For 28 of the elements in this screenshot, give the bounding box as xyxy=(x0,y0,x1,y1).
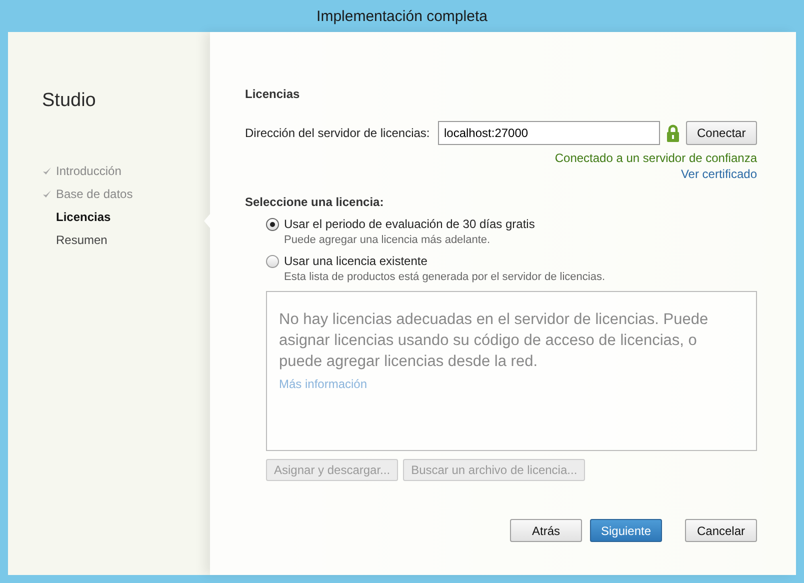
connect-button[interactable]: Conectar xyxy=(686,121,757,145)
page-heading: Licencias xyxy=(245,87,301,101)
section-label: Seleccione una licencia: xyxy=(245,195,385,209)
view-certificate-link[interactable]: Ver certificado xyxy=(680,167,757,181)
wizard-button[interactable]: Cancelar xyxy=(685,519,757,542)
radio-button[interactable] xyxy=(266,254,279,268)
check-icon xyxy=(42,166,52,176)
wizard-step: Resumen xyxy=(42,233,108,247)
license-list[interactable]: No hay licencias adecuadas en el servidor de licencias. Puede asignar licencias usando su código de acceso de licencias, o puede agregar licencias desde la red. Más información xyxy=(266,291,757,451)
server-address-field[interactable]: localhost:27000 xyxy=(438,121,660,145)
empty-list-message: No hay licencias adecuadas en el servidor de licencias. Puede asignar licencias usando su código de acceso de licencias, o puede agregar licencias desde la red. xyxy=(279,310,710,372)
wizard-step: Base de datos xyxy=(42,187,133,201)
wizard-step: Introducción xyxy=(42,164,122,178)
radio-button[interactable] xyxy=(266,218,279,230)
wizard-button[interactable]: Atrás xyxy=(510,519,582,542)
check-icon xyxy=(42,189,52,199)
sidebar-title: Studio xyxy=(42,90,97,112)
connection-status: Conectado a un servidor de confianza xyxy=(554,151,757,165)
option-label[interactable]: Usar el periodo de evaluación de 30 días gratis xyxy=(284,217,535,231)
option-hint: Puede agregar una licencia más adelante. xyxy=(284,234,492,246)
field-label: Dirección del servidor de licencias: xyxy=(245,126,431,140)
wizard-button[interactable]: Siguiente xyxy=(590,519,662,542)
current-step-pointer xyxy=(204,214,210,228)
option-hint: Esta lista de productos está generada por el servidor de licencias. xyxy=(284,271,606,283)
wizard-step: Licencias xyxy=(42,210,111,224)
lock-icon xyxy=(666,124,680,142)
window-title: Implementación completa xyxy=(316,8,488,24)
option-label[interactable]: Usar una licencia existente xyxy=(284,254,428,268)
